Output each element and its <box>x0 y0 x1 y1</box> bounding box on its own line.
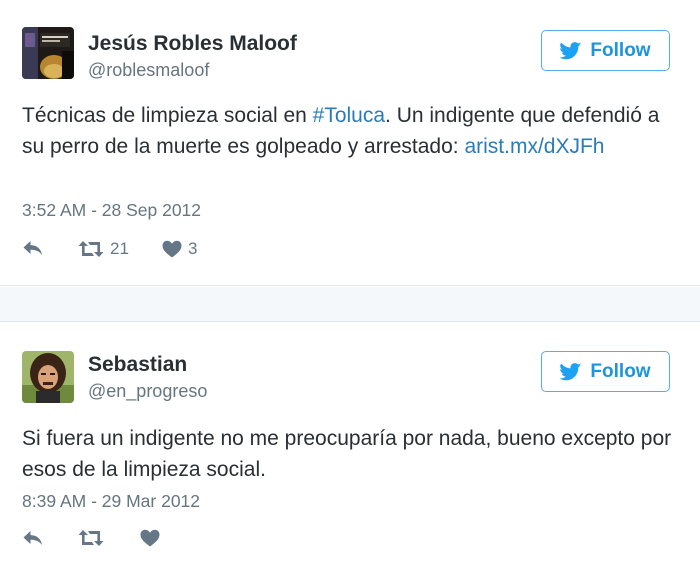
twitter-bird-icon <box>560 41 582 59</box>
tweet-text-part: Técnicas de limpieza social en <box>22 104 313 127</box>
user-handle[interactable]: @en_progreso <box>88 381 207 402</box>
reply-icon <box>23 531 42 545</box>
tweet-card: Jesús Robles Maloof @roblesmaloof Follow… <box>0 0 700 286</box>
avatar[interactable] <box>22 351 74 403</box>
heart-icon <box>162 240 182 258</box>
reply-button[interactable] <box>22 529 44 547</box>
avatar[interactable] <box>22 27 74 79</box>
display-name[interactable]: Sebastian <box>88 353 187 377</box>
avatar-image <box>22 27 74 79</box>
tweet-card: Sebastian @en_progreso Follow Si fuera u… <box>0 321 700 574</box>
retweet-icon <box>78 530 104 546</box>
display-name[interactable]: Jesús Robles Maloof <box>88 32 297 56</box>
follow-label: Follow <box>590 360 651 382</box>
twitter-bird-icon <box>560 362 582 380</box>
retweet-icon <box>78 241 104 257</box>
tweet-separator <box>0 287 700 321</box>
follow-button[interactable]: Follow <box>541 30 670 71</box>
follow-label: Follow <box>590 39 651 61</box>
timestamp[interactable]: 8:39 AM - 29 Mar 2012 <box>22 491 200 512</box>
tweet-text: Técnicas de limpieza social en #Toluca. … <box>22 100 672 162</box>
retweet-count: 21 <box>110 239 129 258</box>
like-button[interactable]: 3 <box>162 239 197 259</box>
reply-button[interactable] <box>22 239 44 257</box>
timestamp[interactable]: 3:52 AM - 28 Sep 2012 <box>22 200 201 221</box>
reply-icon <box>23 241 42 255</box>
user-handle[interactable]: @roblesmaloof <box>88 60 209 81</box>
retweet-button[interactable]: 21 <box>78 239 129 259</box>
follow-button[interactable]: Follow <box>541 351 670 392</box>
avatar-image <box>22 351 74 403</box>
retweet-button[interactable] <box>78 529 104 547</box>
like-button[interactable] <box>140 529 160 547</box>
hashtag-link[interactable]: #Toluca <box>313 104 385 127</box>
heart-icon <box>140 529 160 547</box>
like-count: 3 <box>188 239 198 258</box>
url-link[interactable]: arist.mx/dXJFh <box>464 135 604 158</box>
tweet-text: Si fuera un indigente no me preocuparía … <box>22 427 672 481</box>
